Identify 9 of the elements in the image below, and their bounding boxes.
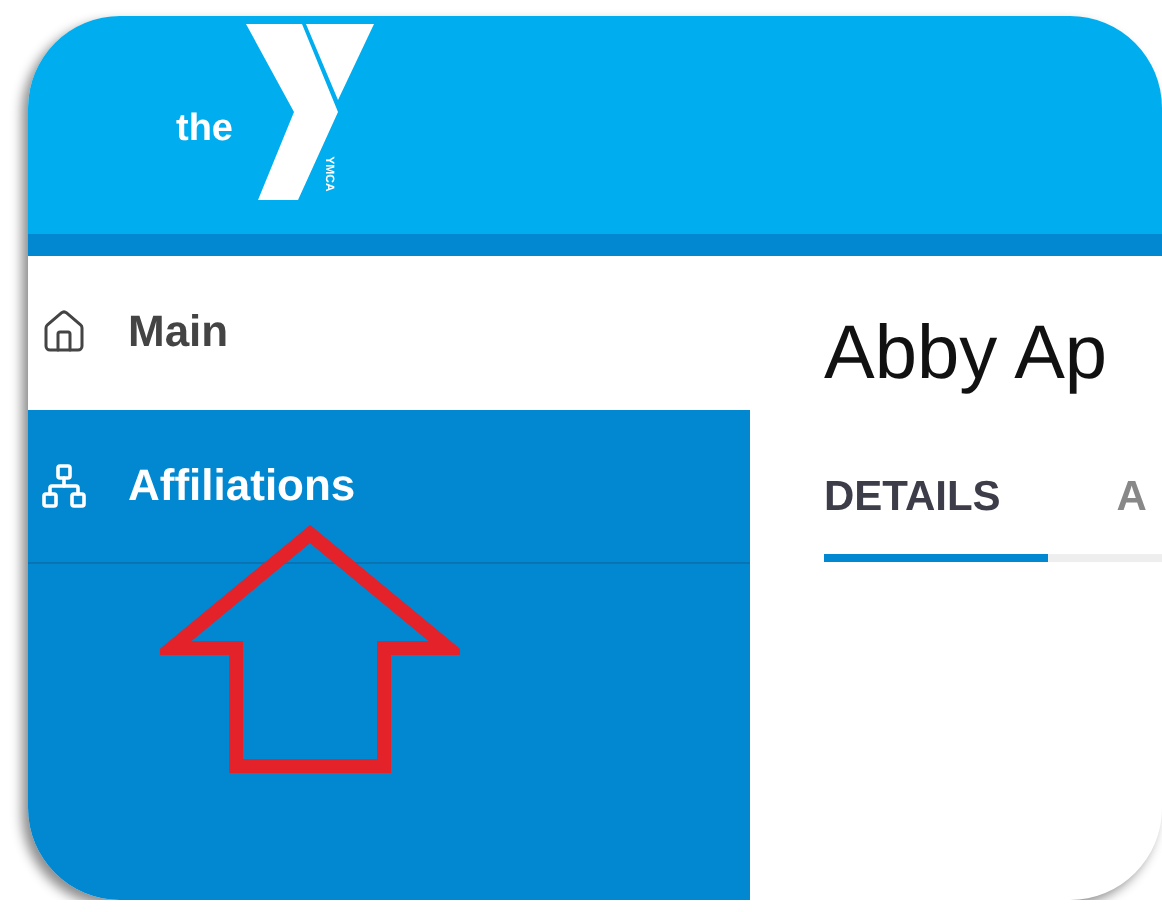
logo-word: the bbox=[176, 107, 233, 151]
home-icon bbox=[40, 308, 88, 356]
sidebar-item-label: Main bbox=[128, 306, 229, 358]
tab[interactable]: A bbox=[1116, 474, 1162, 562]
sidebar-item-label: Affiliations bbox=[128, 460, 356, 512]
hierarchy-icon bbox=[40, 462, 88, 510]
tab[interactable]: DETAILS bbox=[824, 474, 1049, 562]
sidebar-item[interactable]: Main bbox=[28, 256, 750, 410]
page-title: Abby Ap bbox=[824, 312, 1110, 398]
